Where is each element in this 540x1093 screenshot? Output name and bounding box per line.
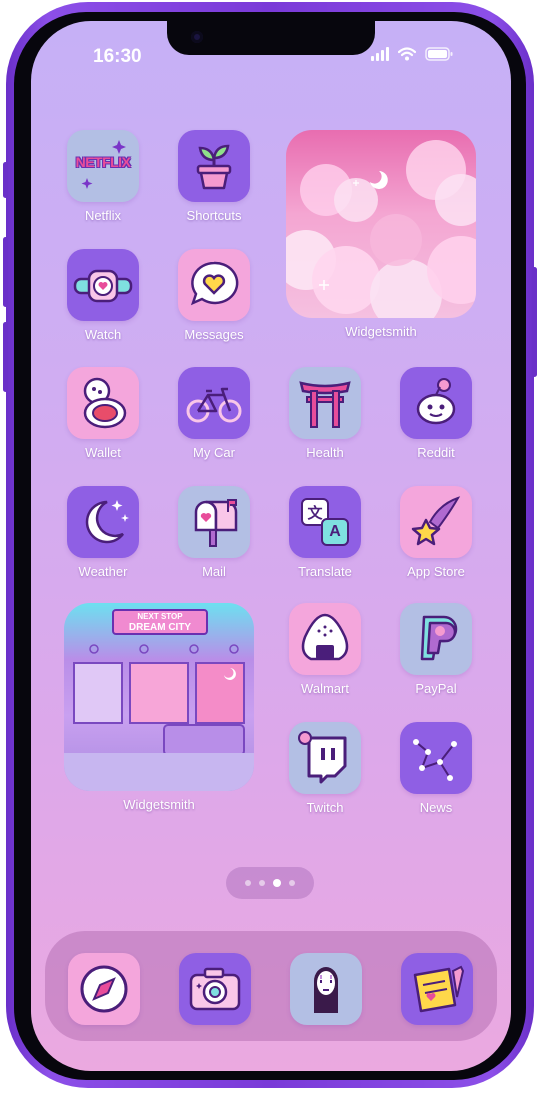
notch [167, 21, 375, 55]
app-reddit[interactable]: Reddit [386, 367, 486, 460]
camera-icon [189, 967, 241, 1011]
app-label: Twitch [306, 800, 344, 815]
signal-icon [371, 47, 389, 61]
mute-switch [3, 162, 8, 198]
app-label: Watch [84, 327, 122, 342]
twitch-icon [289, 722, 361, 794]
torii-gate-icon [289, 367, 361, 439]
speech-bubble-heart-icon [178, 249, 250, 321]
translate-target-glyph: A [321, 518, 349, 546]
app-label: App Store [407, 564, 465, 579]
app-label: Walmart [301, 681, 349, 696]
app-label: Mail [202, 564, 226, 579]
volume-down-button [3, 322, 8, 392]
constellation-icon [400, 722, 472, 794]
app-label: Messages [184, 327, 244, 342]
widget-widgetsmith-sky[interactable]: Widgetsmith [283, 130, 479, 339]
status-time: 16:30 [93, 46, 142, 67]
bicycle-icon [178, 367, 250, 439]
app-label: Wallet [85, 445, 121, 460]
app-label: Reddit [417, 445, 455, 460]
app-twitch[interactable]: Twitch [275, 722, 375, 815]
page-dot[interactable] [245, 880, 251, 886]
train-interior-widget: NEXT STOP DREAM CITY [64, 603, 254, 791]
app-walmart[interactable]: Walmart [275, 603, 375, 696]
app-health[interactable]: Health [275, 367, 375, 460]
app-watch[interactable]: Watch [53, 249, 153, 342]
status-icons [371, 47, 453, 61]
app-appstore[interactable]: App Store [386, 486, 486, 579]
dock-notes[interactable] [401, 953, 473, 1025]
watch-icon [67, 249, 139, 321]
page-dot[interactable] [289, 880, 295, 886]
widget-widgetsmith-train[interactable]: NEXT STOP DREAM CITY Widgetsmith [61, 603, 257, 812]
widget-label: Widgetsmith [345, 324, 417, 339]
app-news[interactable]: News [386, 722, 486, 815]
app-netflix[interactable]: NETFLIX Netflix [53, 130, 153, 223]
dock-camera[interactable] [179, 953, 251, 1025]
app-messages[interactable]: Messages [164, 249, 264, 342]
onigiri-icon [289, 603, 361, 675]
page-dot-current[interactable] [273, 879, 281, 887]
page-indicator[interactable] [226, 867, 314, 899]
page-dot[interactable] [259, 880, 265, 886]
app-shortcuts[interactable]: Shortcuts [164, 130, 264, 223]
app-label: Weather [78, 564, 128, 579]
sky-cloud-widget [286, 130, 476, 318]
app-label: Netflix [84, 208, 122, 223]
netflix-logo-text: NETFLIX [75, 154, 131, 170]
plant-pot-icon [178, 130, 250, 202]
app-label: My Car [193, 445, 235, 460]
app-label: Translate [298, 564, 352, 579]
notepad-icon [413, 965, 465, 1013]
app-wallet[interactable]: Wallet [53, 367, 153, 460]
dock [45, 931, 497, 1041]
compass-icon [80, 965, 128, 1013]
app-label: PayPal [415, 681, 457, 696]
widget-label: Widgetsmith [123, 797, 195, 812]
shooting-star-icon [400, 486, 472, 558]
battery-icon [425, 47, 453, 61]
volume-up-button [3, 237, 8, 307]
dock-safari[interactable] [68, 953, 140, 1025]
dock-phone[interactable] [290, 953, 362, 1025]
mochi-icon [67, 367, 139, 439]
side-button [532, 267, 537, 377]
no-face-icon [314, 967, 338, 1013]
app-mail[interactable]: Mail [164, 486, 264, 579]
camera-icon [191, 31, 203, 43]
app-translate[interactable]: 文 A Translate [275, 486, 375, 579]
app-label: News [419, 800, 453, 815]
app-paypal[interactable]: PayPal [386, 603, 486, 696]
app-mycar[interactable]: My Car [164, 367, 264, 460]
paypal-p-icon [400, 603, 472, 675]
mailbox-icon [178, 486, 250, 558]
app-weather[interactable]: Weather [53, 486, 153, 579]
reddit-alien-icon [400, 367, 472, 439]
app-label: Shortcuts [186, 208, 242, 223]
crescent-moon-icon [67, 486, 139, 558]
netflix-icon: NETFLIX [67, 130, 139, 202]
wifi-icon [398, 47, 416, 61]
app-label: Health [306, 445, 344, 460]
home-screen: 16:30 NETFLIX Netflix Shortcuts Widgetsm… [31, 21, 511, 1071]
translate-icon: 文 A [289, 486, 361, 558]
